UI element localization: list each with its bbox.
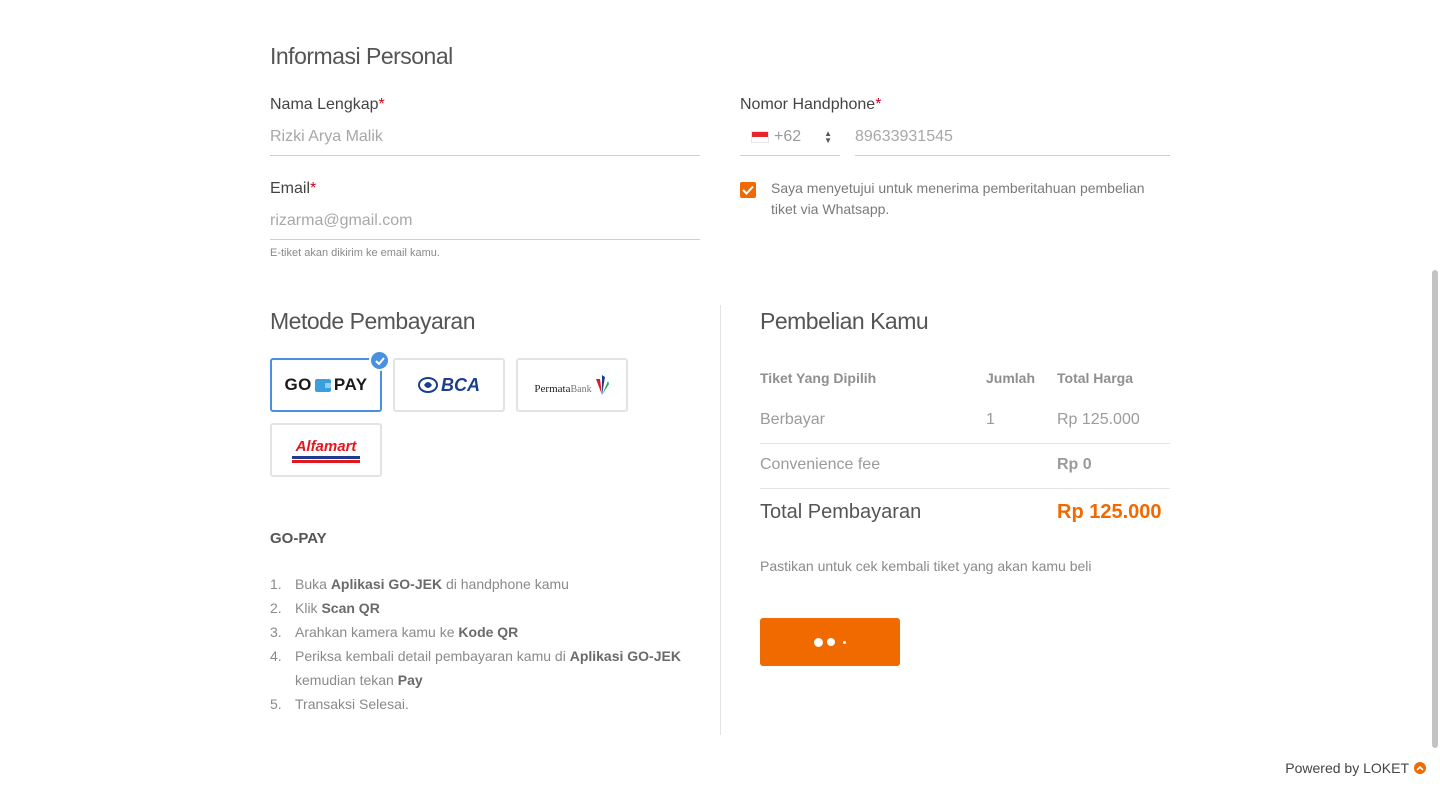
selected-method-heading: GO-PAY xyxy=(270,530,327,547)
ticket-price: Rp 125.000 xyxy=(1057,411,1140,428)
full-name-input[interactable] xyxy=(270,118,700,156)
powered-by-loket: Powered by LOKET xyxy=(1285,760,1426,776)
sort-arrows-icon: ▲ ▼ xyxy=(824,129,832,145)
permatabank-logo: Permata Bank xyxy=(534,375,609,395)
payment-step: 5. Transaksi Selesai. xyxy=(270,692,690,716)
step-text: Arahkan kamera kamu ke xyxy=(295,624,459,640)
name-label: Nama Lengkap* xyxy=(270,96,385,114)
alfamart-option[interactable]: Alfamart xyxy=(270,423,382,477)
permatabank-option[interactable]: Permata Bank xyxy=(516,358,628,412)
payment-step: 4. Periksa kembali detail pembayaran kamu… xyxy=(270,644,690,692)
ticket-qty: 1 xyxy=(986,411,995,428)
step-text: Transaksi Selesai. xyxy=(295,696,409,712)
step-emphasis: Aplikasi GO-JEK xyxy=(569,648,681,664)
whatsapp-consent-checkbox[interactable] xyxy=(740,182,756,198)
total-payment-label: Total Pembayaran xyxy=(760,501,922,523)
payment-steps-list: 1. Buka Aplikasi GO-JEK di handphone kamu… xyxy=(270,572,690,716)
alfamart-stripe-red xyxy=(292,459,360,463)
convenience-fee-value: Rp 0 xyxy=(1057,456,1092,473)
permata-logo-text: Permata xyxy=(534,383,571,395)
permata-bank-logo-text: Bank xyxy=(570,384,592,395)
chevron-up-icon[interactable] xyxy=(1414,762,1426,774)
gopay-logo: GO PAY xyxy=(284,375,367,395)
review-note: Pastikan untuk cek kembali tiket yang ak… xyxy=(760,558,1092,574)
bca-emblem-icon xyxy=(418,377,438,393)
wallet-icon xyxy=(314,378,331,392)
required-mark: * xyxy=(875,96,882,113)
step-emphasis: Aplikasi GO-JEK xyxy=(330,576,443,592)
email-hint: E-tiket akan dikirim ke email kamu. xyxy=(270,247,440,259)
personal-info-title: Informasi Personal xyxy=(270,43,453,69)
alfamart-logo-text: Alfamart xyxy=(295,437,357,455)
selected-check-icon xyxy=(369,350,390,371)
step-text: di handphone kamu xyxy=(442,576,569,592)
step-emphasis: Kode QR xyxy=(458,624,519,640)
col-header-qty: Jumlah xyxy=(986,370,1036,386)
alfamart-stripe-blue xyxy=(292,455,360,459)
step-number: 1. xyxy=(270,576,282,592)
step-emphasis: Scan QR xyxy=(321,600,380,616)
payment-step: 3. Arahkan kamera kamu ke Kode QR xyxy=(270,620,690,644)
indonesia-flag-icon xyxy=(751,130,769,143)
gopay-logo-go: GO xyxy=(284,375,312,394)
loading-dot-icon xyxy=(814,637,823,647)
phone-number-input[interactable] xyxy=(855,118,1170,156)
step-number: 3. xyxy=(270,624,282,640)
step-text: kemudian tekan xyxy=(295,672,398,688)
check-icon xyxy=(742,185,754,195)
bca-logo: BCA xyxy=(418,375,480,396)
payment-method-title: Metode Pembayaran xyxy=(270,308,476,334)
total-payment-value: Rp 125.000 xyxy=(1057,501,1162,523)
scrollbar[interactable] xyxy=(1432,270,1438,748)
col-header-total: Total Harga xyxy=(1057,370,1133,386)
ticket-name: Berbayar xyxy=(760,411,825,428)
gopay-option[interactable]: GO PAY xyxy=(270,350,390,412)
permata-leaf-icon xyxy=(595,375,609,395)
email-label: Email* xyxy=(270,180,316,198)
required-mark: * xyxy=(310,180,317,197)
column-divider xyxy=(720,305,721,735)
step-number: 4. xyxy=(270,648,282,664)
alfamart-logo: Alfamart xyxy=(292,438,360,463)
step-number: 2. xyxy=(270,600,282,616)
whatsapp-consent-text: Saya menyetujui untuk menerima pemberita… xyxy=(771,180,1145,217)
bca-option[interactable]: BCA xyxy=(393,358,505,412)
gopay-logo-pay: PAY xyxy=(333,375,368,394)
step-number: 5. xyxy=(270,696,282,712)
bca-logo-text: BCA xyxy=(441,374,480,395)
step-text: Periksa kembali detail pembayaran kamu d… xyxy=(295,648,570,664)
country-code-value: +62 xyxy=(774,127,802,145)
email-input[interactable] xyxy=(270,202,700,240)
phone-label: Nomor Handphone* xyxy=(740,96,881,114)
row-divider xyxy=(760,488,1170,489)
phone-label-text: Nomor Handphone xyxy=(740,96,876,113)
pay-button-loading[interactable] xyxy=(760,618,900,666)
step-emphasis: Pay xyxy=(397,672,423,688)
country-code-select[interactable]: +62 ▲ ▼ xyxy=(740,118,840,156)
powered-by-text: Powered by LOKET xyxy=(1285,760,1409,776)
required-mark: * xyxy=(378,96,385,113)
row-divider xyxy=(760,443,1170,444)
convenience-fee-label: Convenience fee xyxy=(760,456,881,473)
purchase-summary-title: Pembelian Kamu xyxy=(760,308,929,334)
payment-step: 1. Buka Aplikasi GO-JEK di handphone kamu xyxy=(270,572,690,596)
step-text: Klik xyxy=(295,600,322,616)
step-text: Buka xyxy=(295,576,331,592)
loading-dot-icon xyxy=(827,638,835,646)
col-header-ticket: Tiket Yang Dipilih xyxy=(760,370,877,386)
loading-dot-icon xyxy=(843,640,846,644)
payment-step: 2. Klik Scan QR xyxy=(270,596,690,620)
email-label-text: Email xyxy=(270,180,311,197)
name-label-text: Nama Lengkap xyxy=(270,96,379,113)
